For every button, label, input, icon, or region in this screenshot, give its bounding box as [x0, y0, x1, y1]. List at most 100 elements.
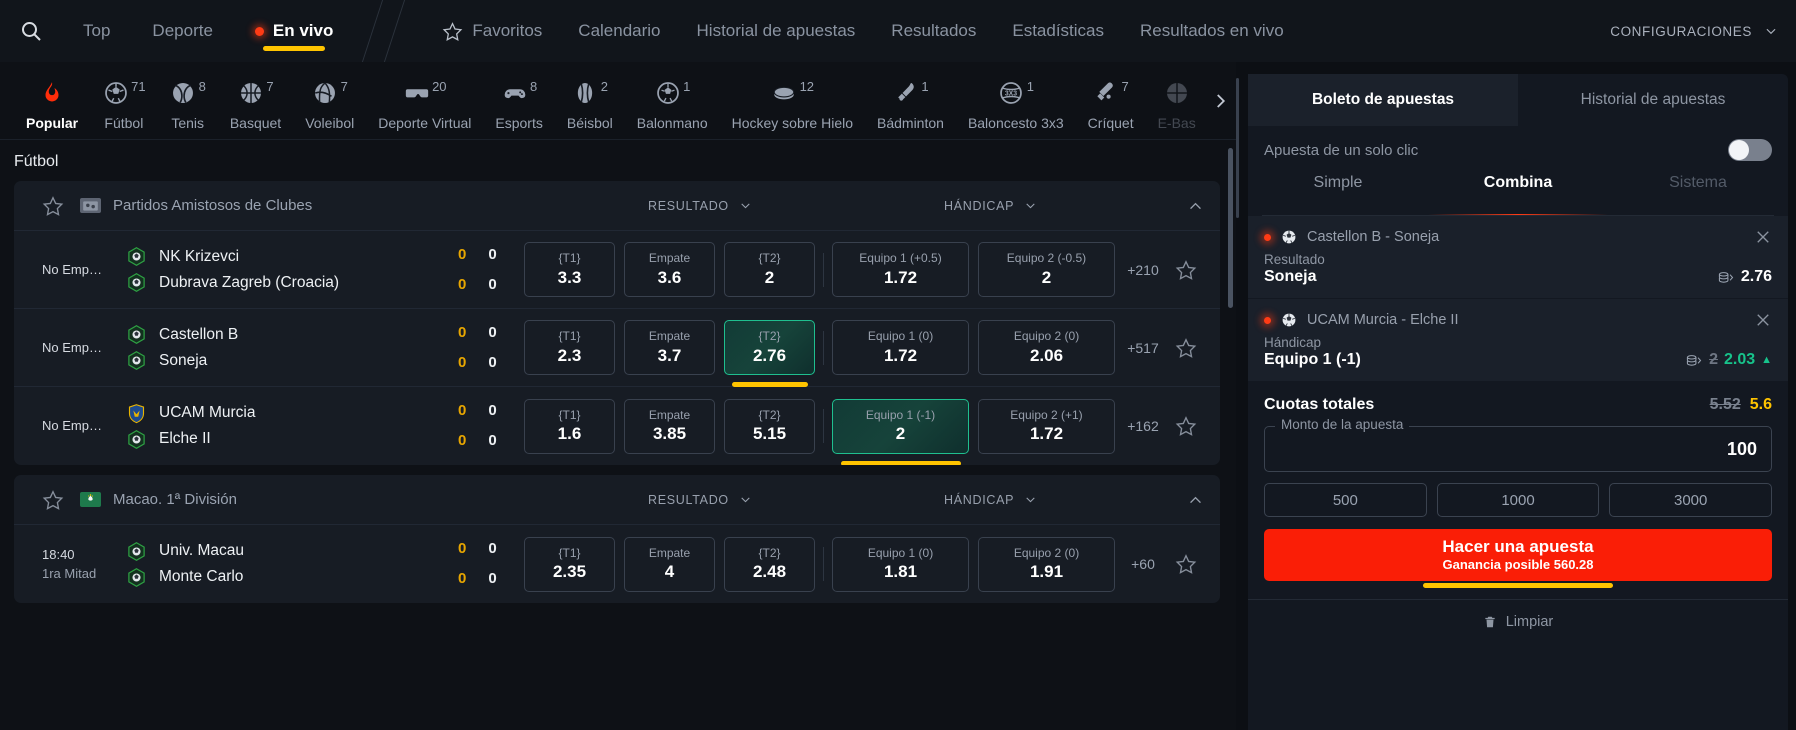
more-markets-button[interactable]: +517 [1115, 340, 1171, 356]
favorite-star-icon[interactable] [1175, 259, 1197, 281]
sport-tab-esports[interactable]: 8 Esports [483, 79, 554, 139]
odd-button[interactable]: Equipo 2 (+1) 1.72 [978, 398, 1115, 454]
sport-tab-e-bas[interactable]: E-Bas [1146, 79, 1208, 139]
settings-button[interactable]: CONFIGURACIONES [1610, 0, 1778, 62]
favorite-star-icon[interactable] [42, 489, 64, 511]
remove-selection-button[interactable] [1754, 228, 1772, 246]
odd-button[interactable]: {T1} 3.3 [524, 242, 615, 297]
score-col-secondary: 00 [488, 536, 496, 592]
nav-item-estadisticas[interactable]: Estadísticas [994, 0, 1122, 62]
odd-button[interactable]: Empate 3.7 [624, 320, 715, 375]
odd-button[interactable]: Equipo 1 (0) 1.72 [832, 320, 969, 375]
sport-tab-tenis[interactable]: 8 Tenis [158, 79, 218, 139]
odd-button[interactable]: {T2} 2 [724, 242, 815, 297]
remove-selection-button[interactable] [1754, 311, 1772, 329]
odd-button[interactable]: Equipo 2 (-0.5) 2 [978, 242, 1115, 297]
sport-tab-deporte-virtual[interactable]: 20 Deporte Virtual [366, 79, 483, 139]
event-favorite-button[interactable] [1171, 259, 1201, 281]
more-markets-button[interactable]: +162 [1115, 418, 1171, 434]
nav-item-favoritos[interactable]: Favoritos [424, 0, 560, 62]
event-favorite-button[interactable] [1171, 415, 1201, 437]
odd-button[interactable]: {T2} 5.15 [724, 398, 815, 454]
league-flag-icon [80, 198, 101, 213]
more-markets-button[interactable]: +60 [1115, 556, 1171, 572]
away-team-name: Elche II [159, 430, 211, 447]
event-row: No Emp… UCAM Murcia Elche II 0 0 0 0 {T1} 1.6 Emp… [14, 387, 1220, 465]
odd-button[interactable]: Empate 4 [624, 536, 715, 592]
event-favorite-button[interactable] [1171, 337, 1201, 359]
odd-button[interactable]: Equipo 1 (+0.5) 1.72 [832, 242, 969, 297]
stake-input[interactable]: 100 [1264, 426, 1772, 472]
place-bet-button[interactable]: Hacer una apuesta Ganancia posible 560.2… [1264, 529, 1772, 581]
odd-button[interactable]: {T1} 1.6 [524, 398, 615, 454]
favorite-star-icon[interactable] [1175, 553, 1197, 575]
sport-tab-baloncesto-3x3[interactable]: 3X3 1 Baloncesto 3x3 [956, 79, 1076, 139]
sports-next-arrow[interactable] [1208, 89, 1232, 113]
nav-item-resultados-en-vivo[interactable]: Resultados en vivo [1122, 0, 1302, 62]
events-scroll-area[interactable]: Fútbol Partidos Amistosos de Clubes RESUL… [0, 140, 1236, 730]
event-favorite-button[interactable] [1171, 553, 1201, 575]
nav-item-top[interactable]: Top [62, 0, 131, 62]
sport-tab-cr-quet[interactable]: 7 Críquet [1076, 79, 1146, 139]
tab-boleto-de-apuestas[interactable]: Boleto de apuestas [1248, 74, 1518, 126]
nav-item-resultados[interactable]: Resultados [873, 0, 994, 62]
column-header-handicap[interactable]: HÁNDICAP [944, 199, 1037, 213]
odd-button[interactable]: Empate 3.85 [624, 398, 715, 454]
favorite-star-icon[interactable] [1175, 337, 1197, 359]
favorite-star-icon[interactable] [42, 195, 64, 217]
sport-tab-basquet[interactable]: 7 Basquet [218, 79, 293, 139]
quick-stake-500[interactable]: 500 [1264, 483, 1427, 517]
sport-tab-hockey-sobre-hielo[interactable]: 12 Hockey sobre Hielo [720, 79, 865, 139]
more-markets-button[interactable]: +210 [1115, 262, 1171, 278]
league-collapse-button[interactable] [1187, 198, 1204, 215]
search-button[interactable] [0, 0, 62, 62]
sport-tab-f-tbol[interactable]: 71 Fútbol [90, 79, 157, 139]
home-team-name: Univ. Macau [159, 542, 244, 559]
odd-button[interactable]: Equipo 2 (0) 2.06 [978, 320, 1115, 375]
nav-item-deporte[interactable]: Deporte [131, 0, 233, 62]
tab-historial-de-apuestas[interactable]: Historial de apuestas [1518, 74, 1788, 126]
odd-button[interactable]: {T1} 2.35 [524, 536, 615, 592]
selection-pick: Equipo 1 (-1) [1264, 351, 1361, 368]
league-header[interactable]: Partidos Amistosos de Clubes RESULTADO HÁN… [14, 181, 1220, 231]
nav-item-historial-de-apuestas[interactable]: Historial de apuestas [679, 0, 874, 62]
column-header-resultado[interactable]: RESULTADO [648, 199, 752, 213]
odd-button[interactable]: Empate 3.6 [624, 242, 715, 297]
away-team-name: Dubrava Zagreb (Croacia) [159, 273, 340, 291]
event-teams[interactable]: Univ. Macau Monte Carlo [126, 538, 458, 590]
event-teams[interactable]: UCAM Murcia Elche II [126, 400, 458, 452]
league-collapse-button[interactable] [1187, 492, 1204, 509]
column-header-handicap[interactable]: HÁNDICAP [944, 493, 1037, 507]
one-click-toggle[interactable] [1728, 139, 1772, 161]
vertical-scrollbar[interactable] [1228, 148, 1233, 308]
sport-tab-b-isbol[interactable]: 2 Béisbol [555, 79, 625, 139]
odd-button[interactable]: Equipo 1 (-1) 2 [832, 398, 969, 454]
event-teams[interactable]: Castellon B Soneja [126, 322, 458, 374]
odd-button[interactable]: {T2} 2.48 [724, 536, 815, 592]
sport-tab-voleibol[interactable]: 7 Voleibol [293, 79, 366, 139]
odd-button[interactable]: {T1} 2.3 [524, 320, 615, 375]
event-teams[interactable]: NK Krizevci Dubrava Zagreb (Croacia) [126, 244, 458, 296]
nav-item-calendario[interactable]: Calendario [560, 0, 678, 62]
odd-value: 1.91 [1029, 562, 1064, 582]
favorite-star-icon[interactable] [1175, 415, 1197, 437]
odd-button[interactable]: {T2} 2.76 [724, 320, 815, 375]
clear-betslip-button[interactable]: Limpiar [1248, 599, 1788, 643]
panel-scroll-indicator[interactable] [1236, 78, 1239, 218]
sport-tab-popular[interactable]: Popular [14, 79, 90, 139]
mode-sistema[interactable]: Sistema [1608, 174, 1788, 216]
selection-odd-new: 2.03 [1723, 351, 1756, 368]
mode-combina[interactable]: Combina [1428, 174, 1608, 216]
quick-stake-1000[interactable]: 1000 [1436, 483, 1600, 517]
mode-simple[interactable]: Simple [1248, 174, 1428, 216]
column-header-resultado[interactable]: RESULTADO [648, 493, 752, 507]
nav-item-en-vivo[interactable]: En vivo [234, 0, 354, 62]
odd-button[interactable]: Equipo 2 (0) 1.91 [978, 536, 1115, 592]
sport-tab-balonmano[interactable]: 1 Balonmano [625, 79, 720, 139]
odd-button[interactable]: Equipo 1 (0) 1.81 [832, 536, 969, 592]
chevron-up-icon[interactable] [1187, 492, 1204, 509]
quick-stake-3000[interactable]: 3000 [1609, 483, 1773, 517]
league-header[interactable]: Macao. 1ª División RESULTADO HÁNDICAP [14, 475, 1220, 525]
chevron-up-icon[interactable] [1187, 198, 1204, 215]
sport-tab-b-dminton[interactable]: 1 Bádminton [865, 79, 956, 139]
